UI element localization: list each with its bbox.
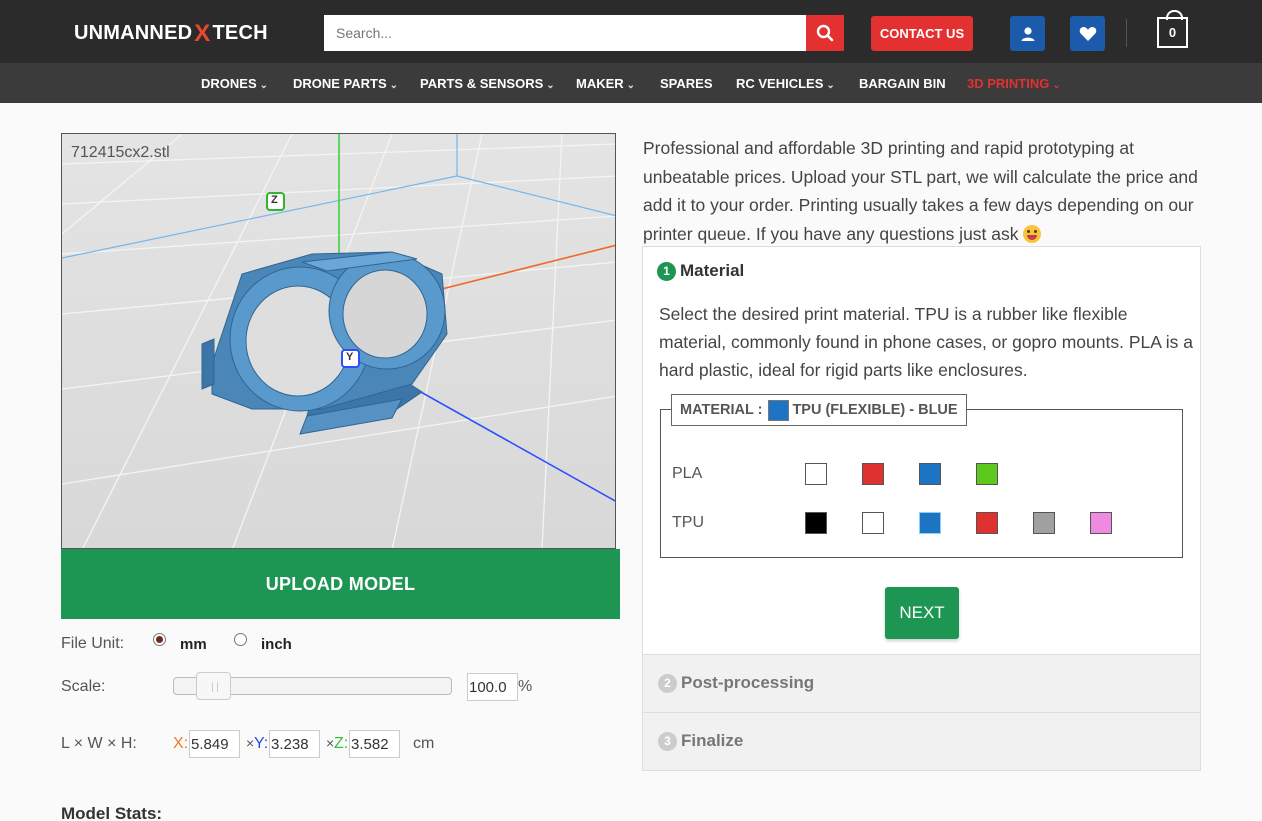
nav-label: PARTS & SENSORS: [420, 76, 544, 91]
chevron-down-icon: ⌄: [1052, 80, 1061, 91]
pla-swatch-white[interactable]: [805, 463, 827, 485]
contact-us-button[interactable]: CONTACT US: [871, 16, 973, 51]
step-post-processing[interactable]: 2 Post-processing: [643, 654, 1200, 712]
nav-drones[interactable]: DRONES ⌄: [201, 76, 268, 91]
header-divider: [1126, 19, 1127, 47]
unit-mm-radio[interactable]: [153, 633, 166, 646]
nav-drone-parts[interactable]: DRONE PARTS ⌄: [293, 76, 398, 91]
tpu-swatch-black[interactable]: [805, 512, 827, 534]
unit-inch-label: inch: [261, 636, 292, 653]
scale-input[interactable]: 100.0: [467, 673, 518, 701]
step-title: Material: [680, 261, 745, 280]
model-stats-title: Model Stats:: [61, 804, 163, 821]
nav-label: MAKER: [576, 76, 624, 91]
search-input[interactable]: [324, 15, 806, 51]
selected-material-name: TPU (FLEXIBLE) - BLUE: [792, 402, 958, 418]
dim-separator: ×: [326, 735, 335, 751]
nav-spares[interactable]: SPARES: [660, 76, 713, 91]
tpu-swatch-pink[interactable]: [1090, 512, 1112, 534]
nav-rc-vehicles[interactable]: RC VEHICLES ⌄: [736, 76, 835, 91]
nav-label: BARGAIN BIN: [859, 76, 946, 91]
logo-text-left: UNMANNED: [74, 22, 193, 44]
site-logo[interactable]: UNMANNED X TECH: [74, 19, 268, 47]
pla-row-label: PLA: [672, 465, 703, 482]
search-icon: [816, 24, 834, 42]
chevron-down-icon: ⌄: [259, 80, 269, 91]
nav-label: 3D PRINTING: [967, 76, 1050, 91]
z-label: Z:: [334, 735, 349, 752]
model-filename: 712415cx2.stl: [71, 144, 170, 161]
top-bar: UNMANNED X TECH CONTACT US 0: [0, 0, 1262, 63]
tpu-swatch-gray[interactable]: [1033, 512, 1055, 534]
step-post-header: 2 Post-processing: [658, 673, 814, 693]
cart-count: 0: [1168, 25, 1177, 40]
main-nav: DRONES ⌄ DRONE PARTS ⌄ PARTS & SENSORS ⌄ MA…: [0, 63, 1262, 103]
unit-mm-label: mm: [180, 636, 207, 653]
dimension-unit: cm: [413, 735, 435, 752]
pla-swatch-green[interactable]: [976, 463, 998, 485]
material-description: Select the desired print material. TPU i…: [659, 304, 1194, 380]
heart-icon: [1079, 26, 1096, 41]
y-label: Y:: [254, 735, 269, 752]
step-finalize[interactable]: 3 Finalize: [643, 712, 1200, 770]
upload-model-button[interactable]: UPLOAD MODEL: [61, 549, 620, 619]
chevron-down-icon: ⌄: [826, 80, 835, 91]
x-label: X:: [173, 735, 189, 752]
dim-separator: ×: [246, 735, 255, 751]
pla-swatch-red[interactable]: [862, 463, 884, 485]
chevron-down-icon: ⌄: [546, 80, 555, 91]
file-unit-label: File Unit:: [61, 635, 125, 652]
step-finalize-header: 3 Finalize: [658, 731, 743, 751]
intro-text: Professional and affordable 3D printing …: [643, 134, 1203, 248]
percent-sign: %: [518, 678, 533, 695]
nav-label: RC VEHICLES: [736, 76, 824, 91]
unit-inch-radio[interactable]: [234, 633, 247, 646]
nav-bargain-bin[interactable]: BARGAIN BIN: [859, 76, 946, 91]
nav-maker[interactable]: MAKER ⌄: [576, 76, 635, 91]
chevron-down-icon: ⌄: [626, 80, 636, 91]
next-button[interactable]: NEXT: [885, 587, 959, 639]
nav-label: DRONES: [201, 76, 257, 91]
model-viewer[interactable]: 712415cx2.stl Z Y: [61, 133, 616, 549]
nav-parts-sensors[interactable]: PARTS & SENSORS ⌄: [420, 76, 555, 91]
wishlist-button[interactable]: [1070, 16, 1105, 51]
axis-z-label: Z: [271, 194, 278, 206]
step-number: 2: [658, 673, 677, 693]
logo-text-right: TECH: [212, 22, 268, 44]
tpu-swatch-white[interactable]: [862, 512, 884, 534]
logo-mark: X: [194, 19, 211, 47]
intro-paragraph: Professional and affordable 3D printing …: [643, 138, 1198, 244]
step-number: 1: [657, 261, 676, 281]
nav-label: SPARES: [660, 76, 713, 91]
scale-slider-handle[interactable]: [196, 672, 231, 700]
chevron-down-icon: ⌄: [389, 80, 399, 91]
cart-button[interactable]: 0: [1157, 10, 1188, 48]
material-legend-prefix: MATERIAL :: [680, 402, 763, 418]
selected-color-swatch: [768, 399, 790, 421]
z-dimension-input[interactable]: 3.582: [349, 730, 400, 758]
step-title: Finalize: [681, 731, 744, 750]
smiley-emoji-icon: [1023, 224, 1042, 243]
axis-y-label: Y: [346, 351, 354, 363]
nav-label: DRONE PARTS: [293, 76, 387, 91]
account-button[interactable]: [1010, 16, 1045, 51]
tpu-swatch-red[interactable]: [976, 512, 998, 534]
viewer-canvas: [62, 134, 615, 548]
material-selected-legend: MATERIAL : TPU (FLEXIBLE) - BLUE: [671, 394, 967, 426]
tpu-row-label: TPU: [672, 514, 704, 531]
search-form: [324, 15, 844, 51]
scale-label: Scale:: [61, 678, 106, 695]
step-number: 3: [658, 731, 677, 751]
y-dimension-input[interactable]: 3.238: [269, 730, 320, 758]
tpu-swatch-blue[interactable]: [919, 512, 941, 534]
step-material-header[interactable]: 1 Material: [657, 261, 744, 281]
x-dimension-input[interactable]: 5.849: [189, 730, 240, 758]
nav-3d-printing[interactable]: 3D PRINTING ⌄: [967, 76, 1061, 91]
user-icon: [1021, 26, 1034, 41]
dimensions-label: L × W × H:: [61, 735, 137, 752]
search-button[interactable]: [806, 15, 844, 51]
pla-swatch-blue[interactable]: [919, 463, 941, 485]
step-title: Post-processing: [681, 673, 815, 692]
